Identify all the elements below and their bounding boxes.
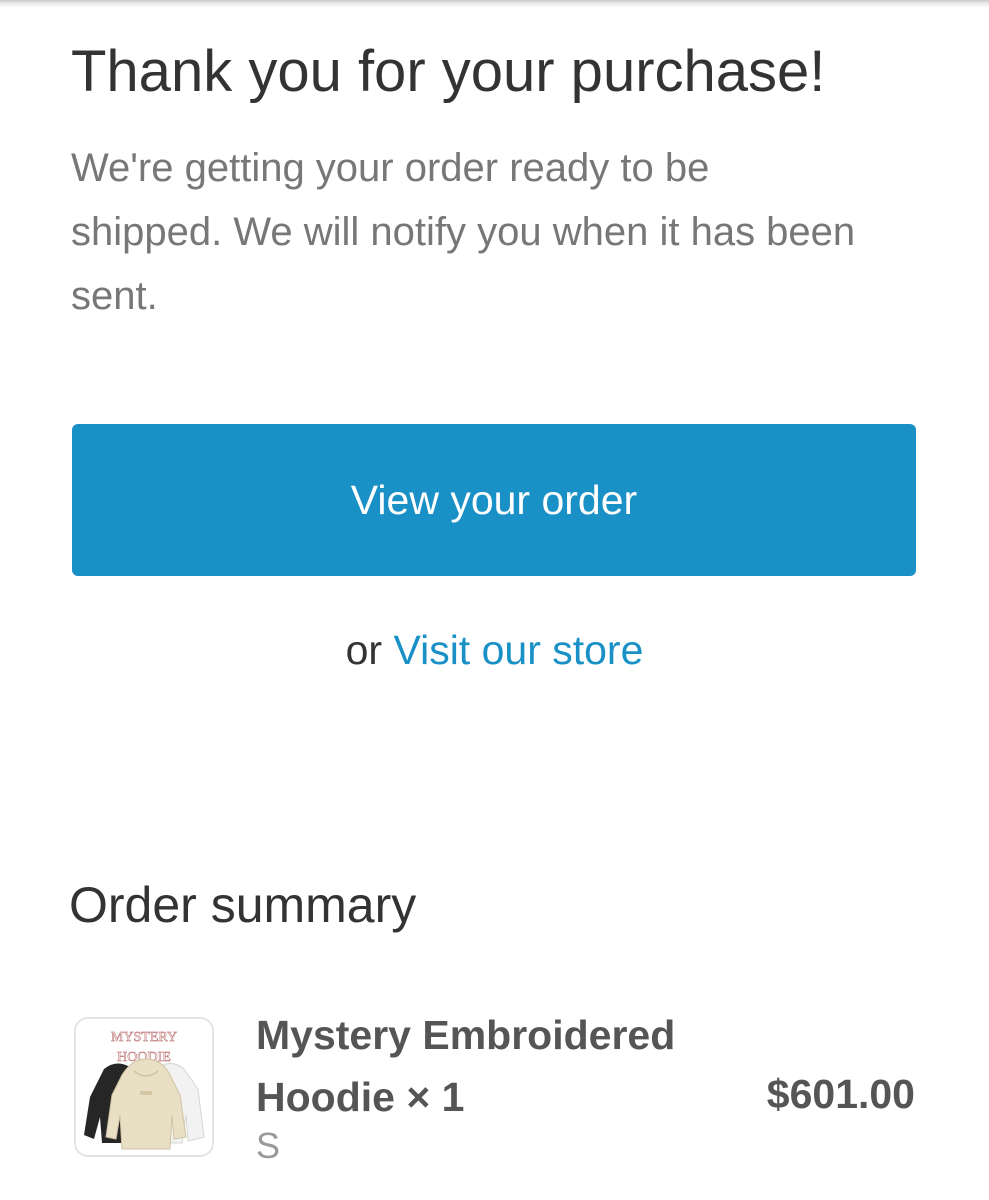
product-price: $601.00: [766, 1071, 915, 1117]
image-label-line1: MYSTERY: [111, 1030, 177, 1045]
or-text: or: [345, 627, 383, 673]
page-title: Thank you for your purchase!: [71, 39, 826, 104]
confirmation-message: We're getting your order ready to be shi…: [71, 146, 856, 318]
order-summary-heading: Order summary: [69, 877, 417, 933]
product-variant: S: [256, 1125, 281, 1166]
top-shadow-divider: [0, 0, 989, 8]
product-name: Mystery Embroidered Hoodie × 1: [256, 1012, 676, 1120]
view-order-button[interactable]: View your order: [72, 424, 916, 576]
visit-store-link[interactable]: Visit our store: [393, 627, 643, 673]
alternate-action: or Visit our store: [0, 620, 989, 680]
product-thumbnail: MYSTERY HOODIE: [74, 1017, 214, 1157]
order-confirmation-page: Thank you for your purchase! We're getti…: [0, 0, 989, 1200]
hoodie-product-image: MYSTERY HOODIE: [76, 1019, 212, 1155]
